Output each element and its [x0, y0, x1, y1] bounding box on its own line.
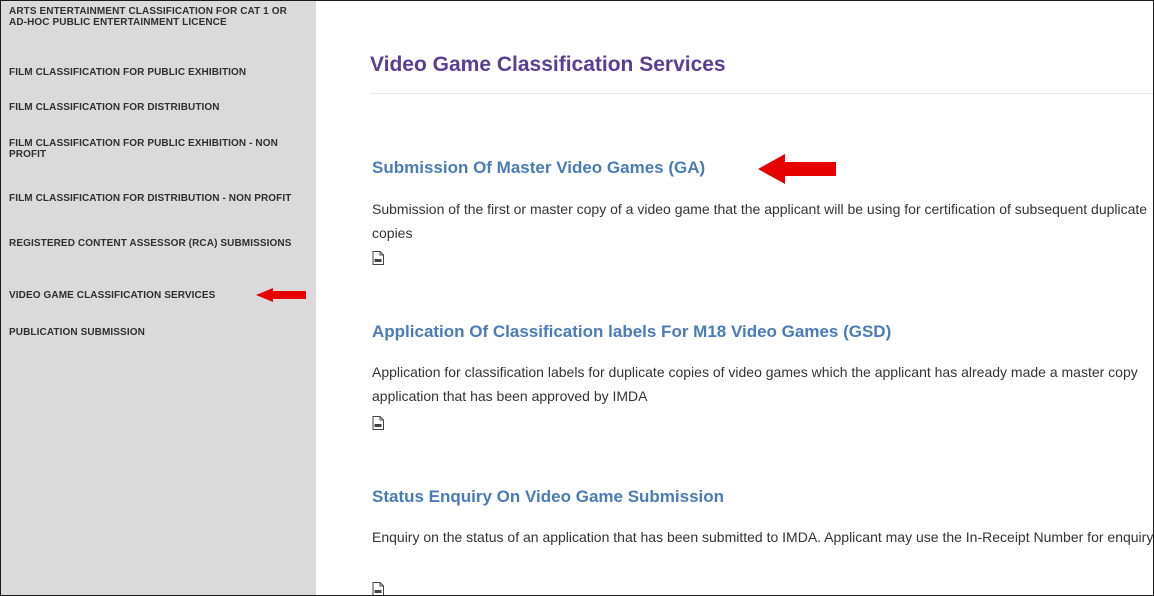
service-description: Enquiry on the status of an application …	[372, 529, 1154, 545]
page-frame: ARTS ENTERTAINMENT CLASSIFICATION FOR CA…	[0, 0, 1154, 596]
service-description: Application for classification labels fo…	[372, 364, 1138, 404]
service-title-classification-labels-m18[interactable]: Application Of Classification labels For…	[372, 322, 891, 342]
sidebar-item-film-distribution-non-profit[interactable]: FILM CLASSIFICATION FOR DISTRIBUTION - N…	[9, 193, 299, 204]
sidebar-item-film-distribution[interactable]: FILM CLASSIFICATION FOR DISTRIBUTION	[9, 102, 299, 113]
service-title-status-enquiry[interactable]: Status Enquiry On Video Game Submission	[372, 487, 724, 507]
sidebar-item-publication-submission[interactable]: PUBLICATION SUBMISSION	[9, 327, 299, 338]
pdf-document-icon[interactable]	[372, 582, 384, 596]
red-arrow-icon	[758, 154, 836, 184]
sidebar: ARTS ENTERTAINMENT CLASSIFICATION FOR CA…	[1, 1, 316, 595]
main-content: Video Game Classification Services Submi…	[316, 1, 1153, 595]
sidebar-item-film-public-exhibition[interactable]: FILM CLASSIFICATION FOR PUBLIC EXHIBITIO…	[9, 67, 299, 78]
sidebar-item-film-public-exhibition-non-profit[interactable]: FILM CLASSIFICATION FOR PUBLIC EXHIBITIO…	[9, 138, 299, 160]
service-description: Submission of the first or master copy o…	[372, 201, 1148, 241]
red-arrow-icon	[256, 288, 306, 302]
service-title-master-video-games[interactable]: Submission Of Master Video Games (GA)	[372, 158, 705, 178]
sidebar-item-rca-submissions[interactable]: REGISTERED CONTENT ASSESSOR (RCA) SUBMIS…	[9, 238, 299, 249]
page-title: Video Game Classification Services	[370, 53, 726, 76]
pdf-document-icon[interactable]	[372, 416, 384, 430]
title-divider	[370, 93, 1153, 94]
sidebar-item-arts-entertainment[interactable]: ARTS ENTERTAINMENT CLASSIFICATION FOR CA…	[9, 6, 299, 28]
pdf-document-icon[interactable]	[372, 251, 384, 265]
